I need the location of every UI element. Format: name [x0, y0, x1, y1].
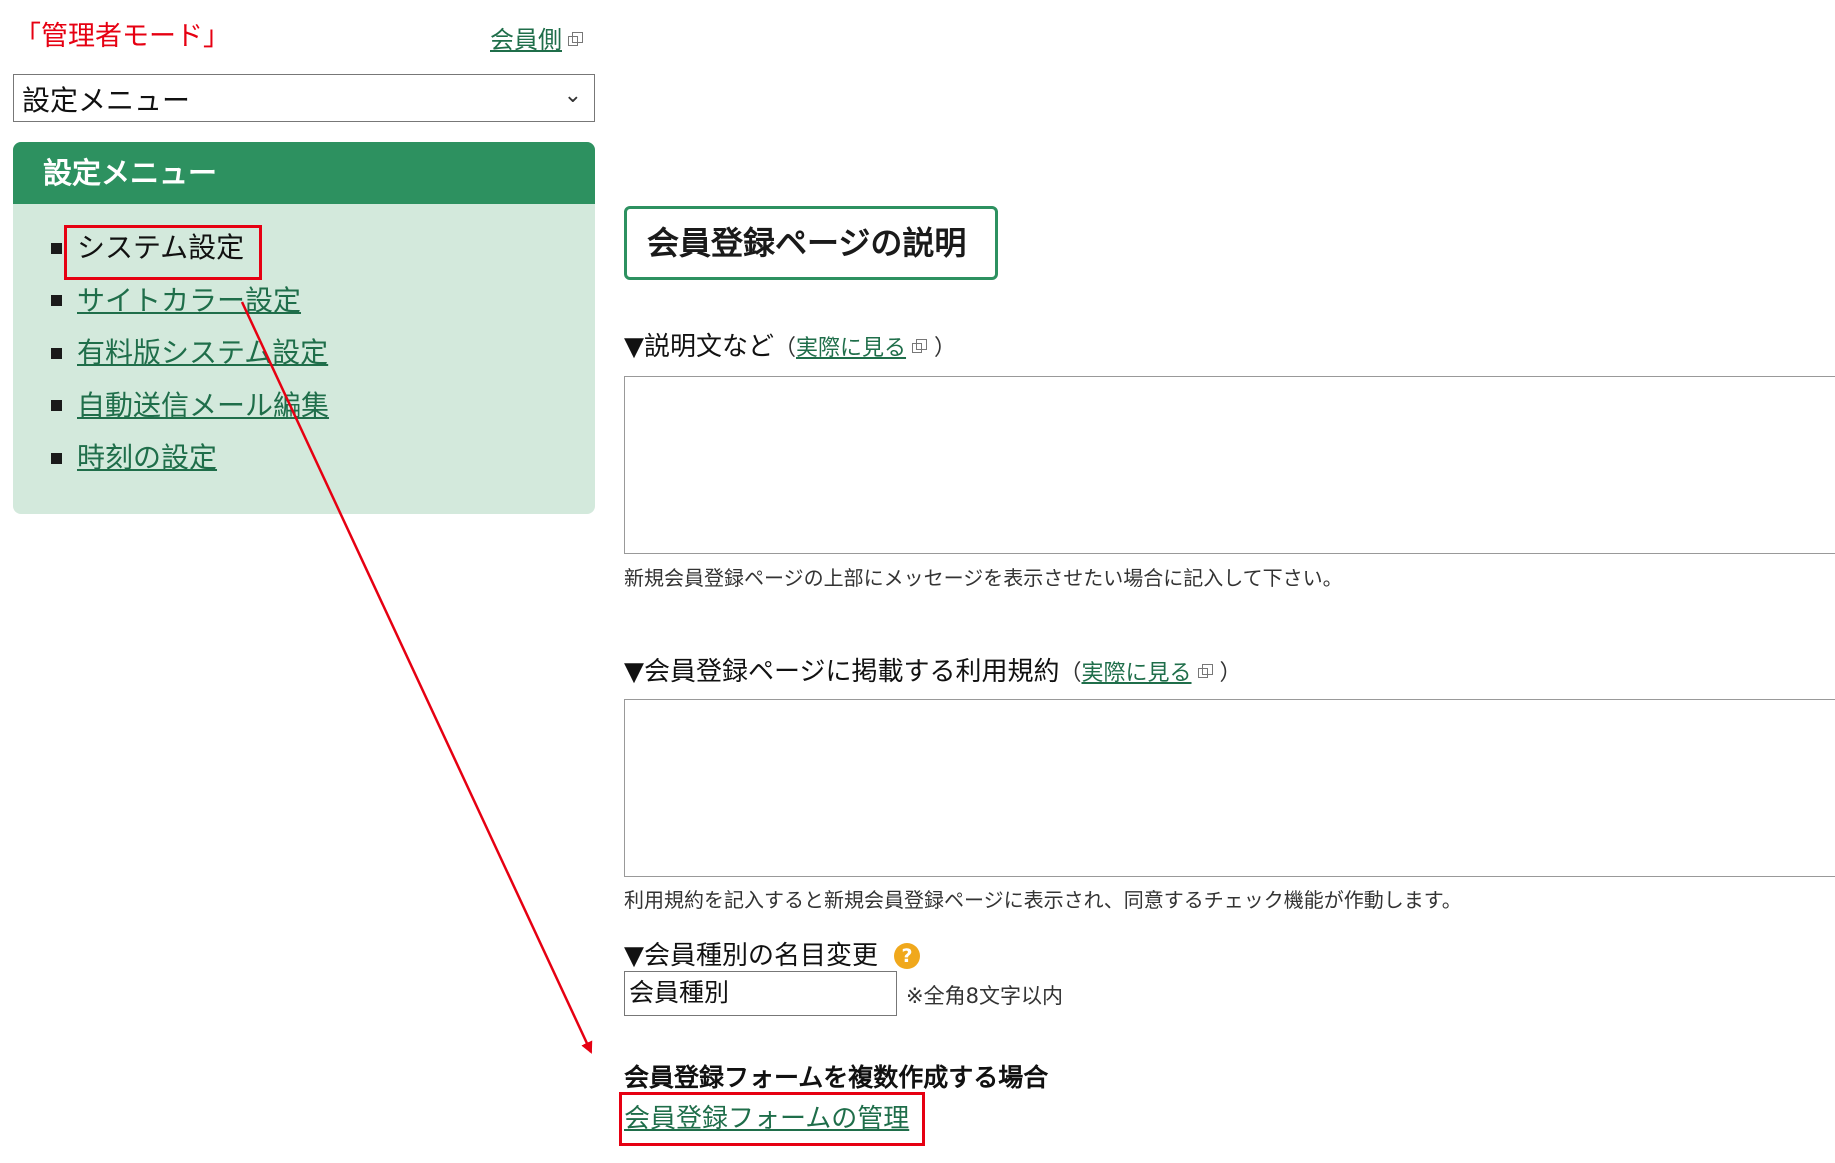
bullet-square-icon — [51, 242, 62, 254]
settings-menu-select-value: 設定メニュー — [22, 84, 191, 117]
settings-menu-panel: 設定メニュー システム設定 サイトカラー設定 有料版システム設定 自動送信メール… — [13, 142, 595, 514]
description-label: ▼説明文など — [624, 332, 774, 362]
settings-menu-item-link[interactable]: サイトカラー設定 — [77, 275, 301, 328]
terms-label: ▼会員登録ページに掲載する利用規約 — [624, 657, 1060, 687]
member-side-link[interactable]: 会員側 — [490, 20, 583, 55]
chevron-down-icon: ⌄ — [563, 83, 582, 108]
bullet-square-icon — [51, 347, 62, 359]
highlight-box-manage-form — [619, 1092, 925, 1146]
member-side-link-label: 会員側 — [490, 26, 562, 54]
settings-menu-item-auto-mail[interactable]: 自動送信メール編集 — [51, 380, 595, 433]
settings-menu-panel-title: 設定メニュー — [13, 142, 595, 204]
help-icon[interactable]: ? — [894, 943, 920, 969]
member-type-label-row: ▼会員種別の名目変更? — [624, 935, 920, 972]
description-textarea[interactable] — [624, 376, 1835, 554]
section-title: 会員登録ページの説明 — [624, 206, 998, 280]
settings-menu-select[interactable]: 設定メニュー ⌄ — [13, 74, 595, 122]
settings-menu-item-link[interactable]: 有料版システム設定 — [77, 327, 328, 380]
terms-hint: 利用規約を記入すると新規会員登録ページに表示され、同意するチェック機能が作動しま… — [624, 888, 1462, 912]
settings-menu-item-time[interactable]: 時刻の設定 — [51, 432, 595, 485]
settings-menu-item-link[interactable]: 自動送信メール編集 — [77, 380, 329, 433]
external-window-icon — [912, 339, 928, 354]
member-type-label: ▼会員種別の名目変更 — [624, 941, 878, 971]
bullet-square-icon — [51, 400, 62, 412]
highlight-box-system-setting — [64, 225, 262, 280]
admin-mode-label: 「管理者モード」 — [14, 21, 230, 52]
bullet-square-icon — [51, 452, 62, 464]
settings-menu-item-link[interactable]: 時刻の設定 — [77, 432, 217, 485]
description-view-link[interactable]: 実際に見る — [796, 336, 906, 361]
terms-view-paren: （実際に見る ） — [1059, 661, 1242, 686]
terms-textarea[interactable] — [624, 699, 1835, 877]
external-window-icon — [1197, 664, 1213, 679]
settings-menu-item-site-color[interactable]: サイトカラー設定 — [51, 275, 595, 328]
external-window-icon — [568, 32, 583, 47]
bullet-square-icon — [51, 295, 62, 307]
description-view-paren: （実際に見る ） — [774, 336, 957, 361]
terms-view-link[interactable]: 実際に見る — [1082, 661, 1192, 686]
settings-menu-item-paid-system[interactable]: 有料版システム設定 — [51, 327, 595, 380]
member-type-input[interactable]: 会員種別 — [624, 971, 897, 1016]
multi-form-heading: 会員登録フォームを複数作成する場合 — [624, 1063, 1049, 1092]
description-hint: 新規会員登録ページの上部にメッセージを表示させたい場合に記入して下さい。 — [624, 566, 1343, 590]
description-label-row: ▼説明文など（実際に見る ） — [624, 326, 956, 363]
member-type-input-note: ※全角8文字以内 — [906, 984, 1063, 1008]
terms-label-row: ▼会員登録ページに掲載する利用規約（実際に見る ） — [624, 651, 1242, 688]
